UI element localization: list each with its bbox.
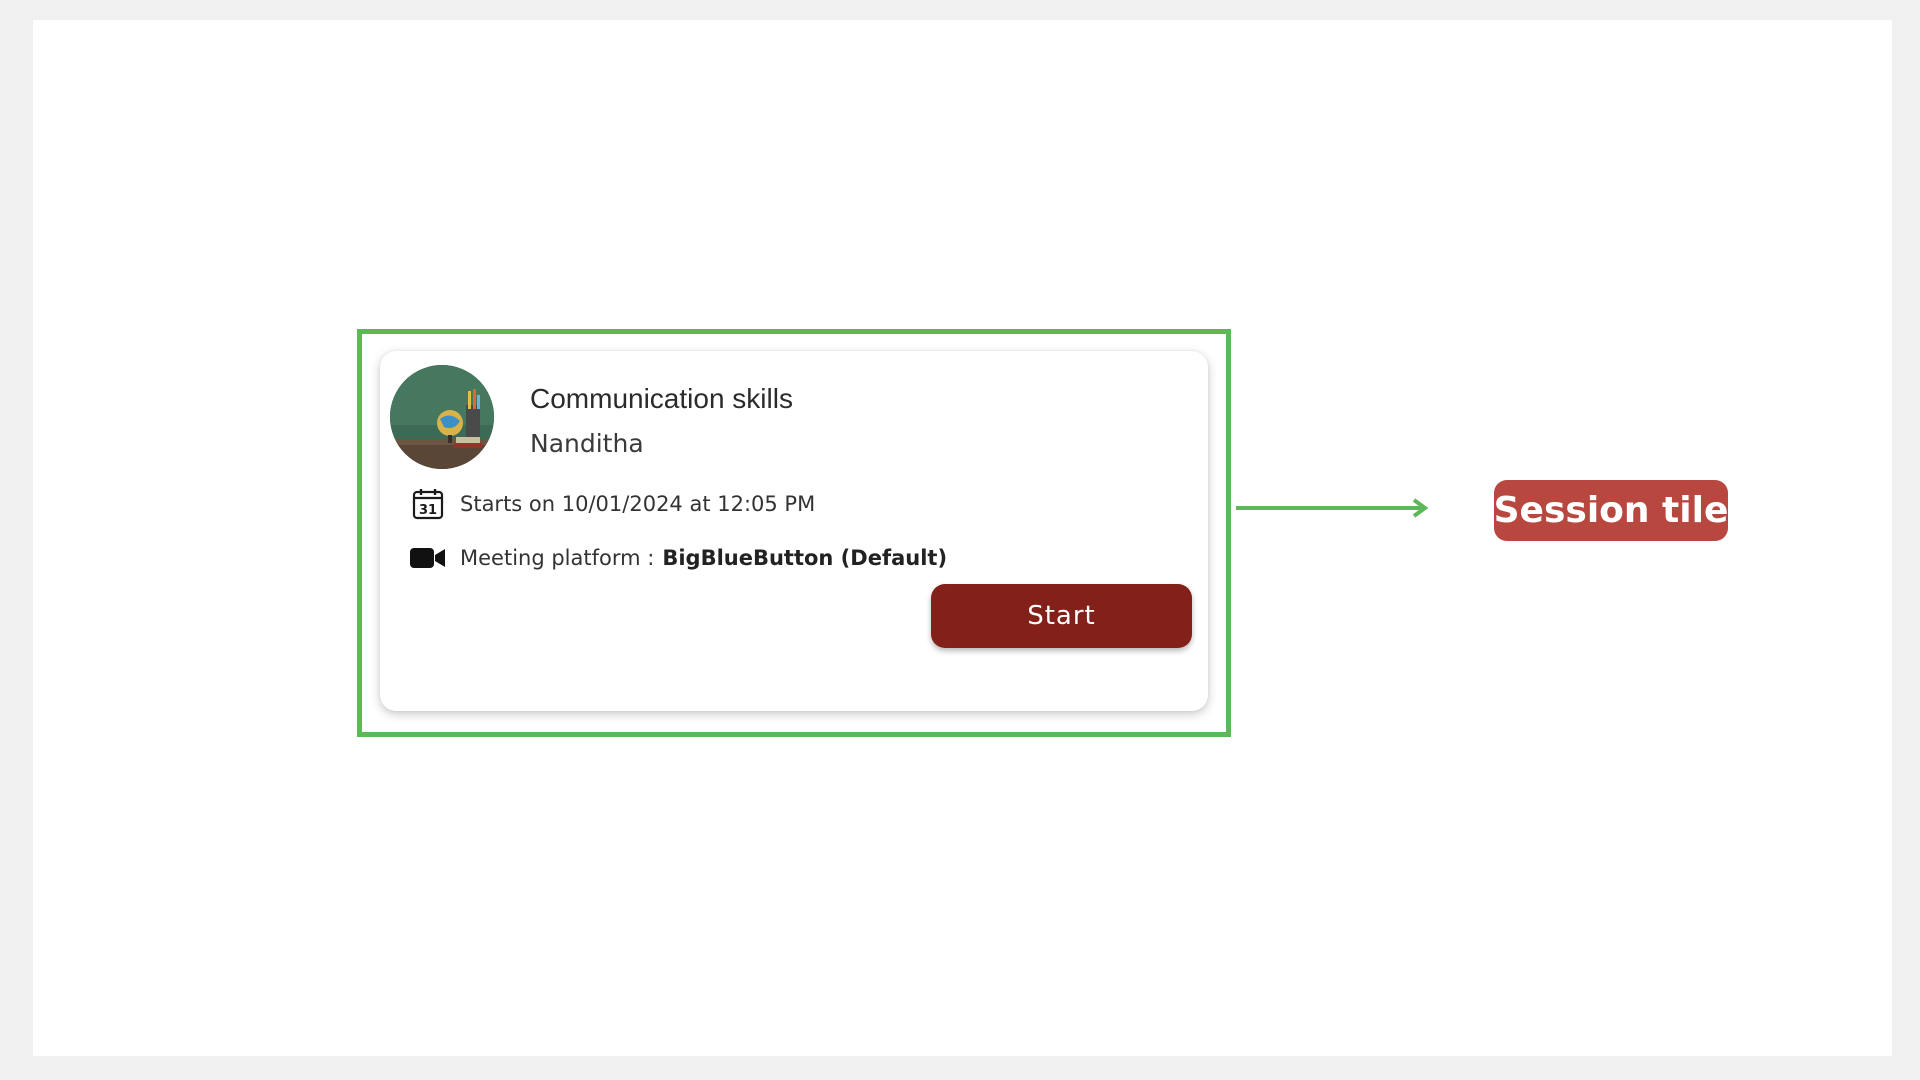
session-tile-callout: Session tile	[1494, 480, 1728, 541]
session-title: Communication skills	[530, 383, 793, 414]
classroom-image	[390, 365, 494, 469]
session-schedule-row: 31 Starts on 10/01/2024 at 12:05 PM	[410, 487, 815, 521]
session-schedule: Starts on 10/01/2024 at 12:05 PM	[460, 492, 816, 516]
arrow-right-icon	[1236, 498, 1429, 518]
session-tile-card[interactable]: Communication skills Nanditha 31 Starts …	[380, 351, 1208, 711]
calendar-day-label: 31	[419, 503, 437, 518]
meeting-platform-label: Meeting platform :	[460, 546, 655, 570]
mentor-name: Nanditha	[530, 429, 644, 458]
meeting-platform-value: BigBlueButton (Default)	[662, 546, 948, 570]
meeting-platform-row: Meeting platform : BigBlueButton (Defaul…	[410, 541, 947, 575]
session-avatar	[390, 365, 494, 469]
video-camera-icon	[410, 541, 446, 575]
calendar-icon: 31	[410, 487, 446, 521]
start-session-button[interactable]: Start	[931, 584, 1192, 648]
